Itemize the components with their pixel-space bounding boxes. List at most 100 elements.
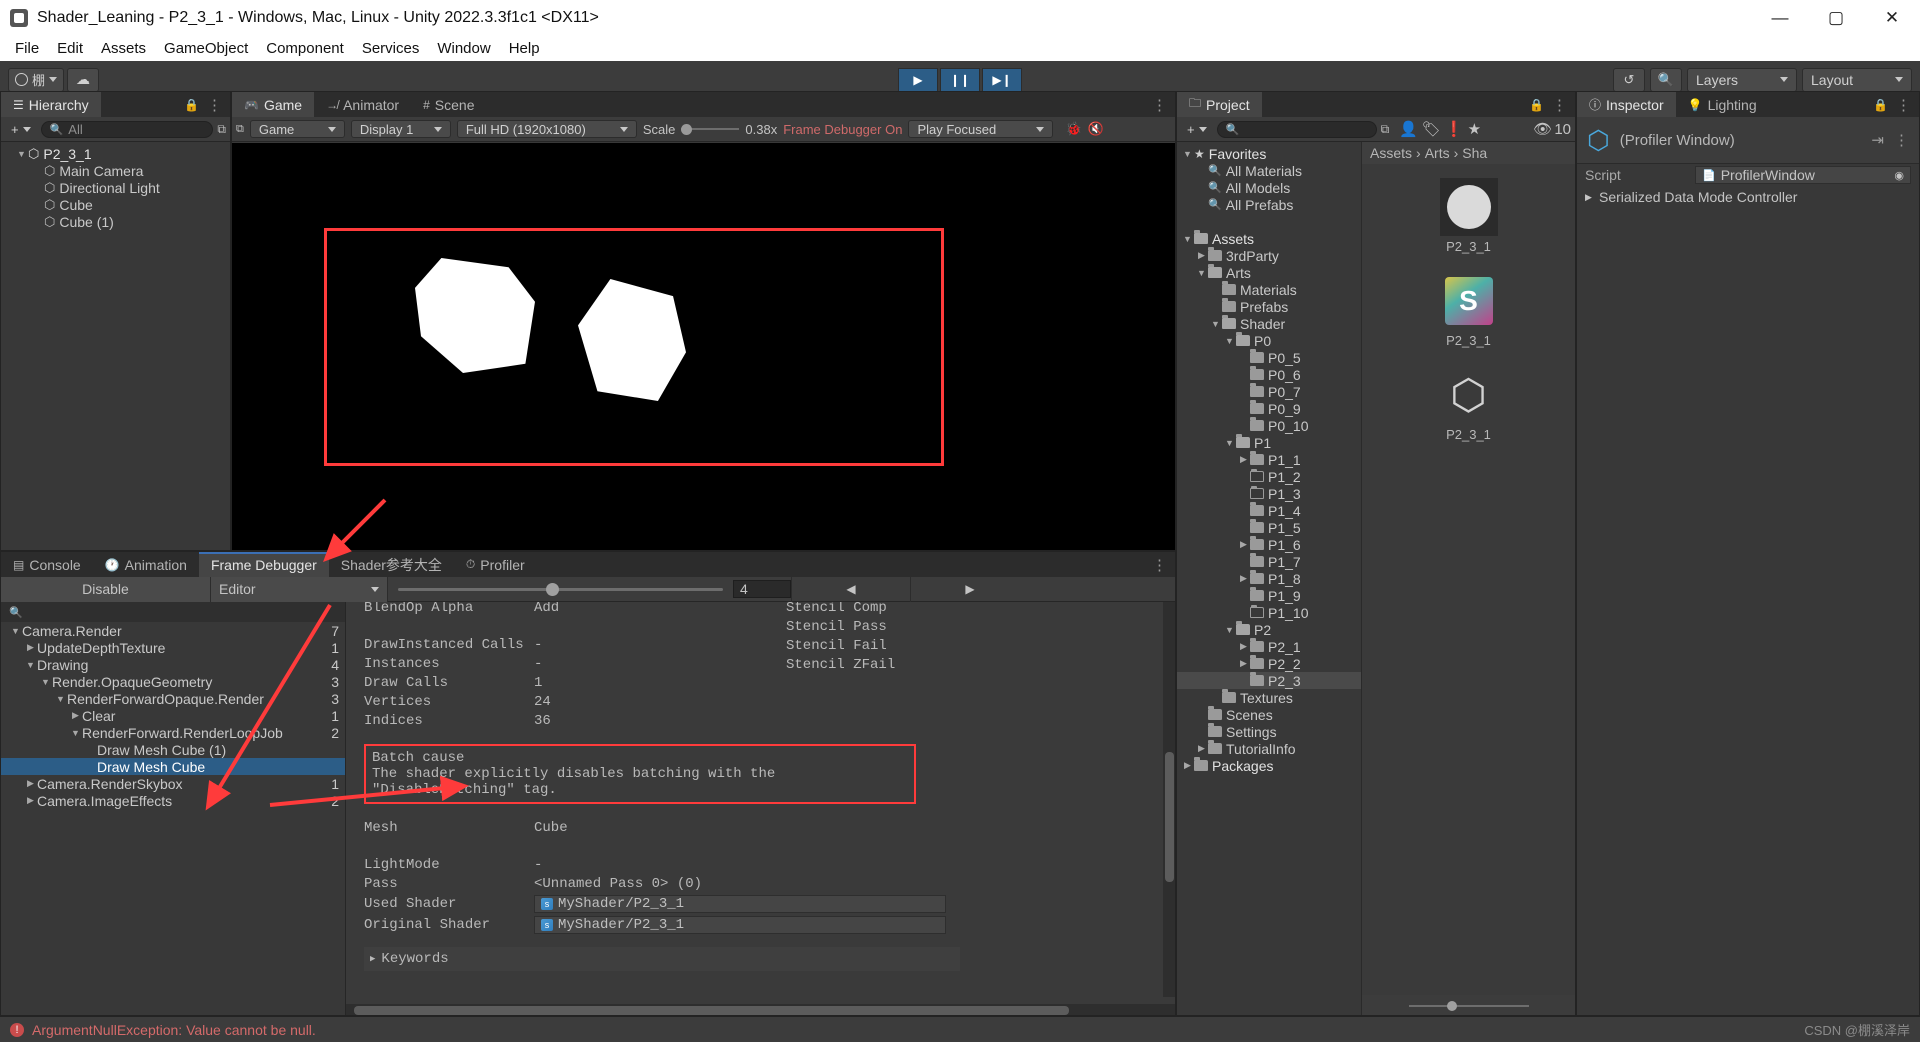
chevron-right-icon[interactable]: ▶ xyxy=(1237,641,1250,652)
project-item-p1-9[interactable]: P1_9 xyxy=(1177,587,1361,604)
menu-component[interactable]: Component xyxy=(257,38,353,59)
chevron-down-icon[interactable]: ▼ xyxy=(15,149,28,159)
project-item-textures[interactable]: Textures xyxy=(1177,689,1361,706)
target-dropdown[interactable]: Editor xyxy=(211,576,388,602)
inspector-settings-icon[interactable]: ⇥ xyxy=(1871,131,1884,149)
project-item-p2-3[interactable]: P2_3 xyxy=(1177,672,1361,689)
project-item-p2-2[interactable]: ▶ P2_2 xyxy=(1177,655,1361,672)
project-item-p0-9[interactable]: P0_9 xyxy=(1177,400,1361,417)
tab-scene[interactable]: # Scene xyxy=(411,92,487,117)
hierarchy-item-directional-light[interactable]: ⬡ Directional Light xyxy=(1,179,230,196)
project-item-p0-6[interactable]: P0_6 xyxy=(1177,366,1361,383)
project-filter-icon[interactable]: ⧉ xyxy=(1381,122,1390,137)
hierarchy-item-p2-3-1[interactable]: ▼ ⬡ P2_3_1 xyxy=(1,145,230,162)
menu-edit[interactable]: Edit xyxy=(48,38,92,59)
favorite-filter-icon[interactable]: ★ xyxy=(1468,120,1481,138)
chevron-down-icon[interactable]: ▼ xyxy=(1181,234,1194,244)
chevron-right-icon[interactable]: ▶ xyxy=(1195,743,1208,754)
global-search-button[interactable]: 🔍 xyxy=(1650,67,1682,92)
hierarchy-item-cube[interactable]: ⬡ Cube xyxy=(1,196,230,213)
chevron-down-icon[interactable]: ▼ xyxy=(1181,149,1194,159)
tab-lighting[interactable]: 💡 Lighting xyxy=(1675,92,1769,117)
project-item-tutorialinfo[interactable]: ▶ TutorialInfo xyxy=(1177,740,1361,757)
project-item-packages[interactable]: ▶ Packages xyxy=(1177,757,1361,774)
tab-game[interactable]: 🎮 Game xyxy=(232,92,315,117)
project-item-p1-1[interactable]: ▶ P1_1 xyxy=(1177,451,1361,468)
project-item-favorites[interactable]: ▼ ★ Favorites xyxy=(1177,145,1361,162)
fd-event-row[interactable]: ▼ RenderForwardOpaque.Render 3 xyxy=(1,690,345,707)
fd-event-row[interactable]: ▶ Camera.RenderSkybox 1 xyxy=(1,775,345,792)
asset-zoom-handle[interactable] xyxy=(1446,1001,1457,1011)
fd-event-row[interactable]: ▼ Render.OpaqueGeometry 3 xyxy=(1,673,345,690)
menu-help[interactable]: Help xyxy=(500,38,549,59)
step-button[interactable]: ▶❙ xyxy=(982,67,1022,92)
project-item-all-models[interactable]: 🔍 All Models xyxy=(1177,179,1361,196)
original-shader-field[interactable]: s MyShader/P2_3_1 xyxy=(534,915,946,934)
avatar-filter-icon[interactable]: 👤 xyxy=(1399,120,1418,138)
breadcrumb-assets[interactable]: Assets xyxy=(1370,145,1412,161)
prev-frame-button[interactable]: ◀ xyxy=(791,576,910,602)
minimize-button[interactable]: — xyxy=(1752,0,1808,36)
project-item-p1-8[interactable]: ▶ P1_8 xyxy=(1177,570,1361,587)
detail-vscroll-thumb[interactable] xyxy=(1165,752,1174,882)
close-button[interactable]: ✕ xyxy=(1864,0,1920,36)
inspector-serialized-row[interactable]: ▶ Serialized Data Mode Controller xyxy=(1577,186,1919,208)
chevron-down-icon[interactable]: ▼ xyxy=(1223,625,1236,635)
project-item-p1-3[interactable]: P1_3 xyxy=(1177,485,1361,502)
hierarchy-item-cube-1[interactable]: ⬡ Cube (1) xyxy=(1,213,230,230)
project-item-p1[interactable]: ▼ P1 xyxy=(1177,434,1361,451)
next-frame-button[interactable]: ▶ xyxy=(910,576,1029,602)
lock-icon[interactable]: 🔒 xyxy=(1529,98,1544,112)
project-item-p1-5[interactable]: P1_5 xyxy=(1177,519,1361,536)
hierarchy-add-button[interactable]: + xyxy=(5,121,37,138)
asset-item[interactable]: S P2_3_1 xyxy=(1362,272,1575,348)
tab-project[interactable]: 🗀 Project xyxy=(1177,92,1262,117)
keywords-foldout[interactable]: ▶ Keywords xyxy=(364,947,960,971)
chevron-right-icon[interactable]: ▶ xyxy=(1195,250,1208,261)
project-item-p1-10[interactable]: P1_10 xyxy=(1177,604,1361,621)
tab-profiler[interactable]: ⏱ Profiler xyxy=(453,552,537,577)
breadcrumb-arts[interactable]: Arts xyxy=(1425,145,1450,161)
project-item-p1-4[interactable]: P1_4 xyxy=(1177,502,1361,519)
chevron-down-icon[interactable]: ▼ xyxy=(1223,438,1236,448)
chevron-down-icon[interactable]: ▼ xyxy=(1195,268,1208,278)
project-item-prefabs[interactable]: Prefabs xyxy=(1177,298,1361,315)
chevron-right-icon[interactable]: ▶ xyxy=(24,642,37,653)
project-item-p0-10[interactable]: P0_10 xyxy=(1177,417,1361,434)
maximize-on-play-icon[interactable]: ⧉ xyxy=(236,123,244,136)
project-item-settings[interactable]: Settings xyxy=(1177,723,1361,740)
lock-icon[interactable]: 🔒 xyxy=(184,98,199,112)
project-item-all-materials[interactable]: 🔍 All Materials xyxy=(1177,162,1361,179)
scale-slider-handle[interactable] xyxy=(681,123,693,135)
project-item-3rdparty[interactable]: ▶ 3rdParty xyxy=(1177,247,1361,264)
hierarchy-item-main-camera[interactable]: ⬡ Main Camera xyxy=(1,162,230,179)
mute-audio-icon[interactable]: 🔇 xyxy=(1088,121,1104,137)
fd-event-row[interactable]: Draw Mesh Cube (1) xyxy=(1,741,345,758)
tab-frame-debugger[interactable]: Frame Debugger xyxy=(198,552,329,577)
object-picker-icon[interactable]: ◉ xyxy=(1894,169,1904,182)
project-item-assets[interactable]: ▼ Assets xyxy=(1177,230,1361,247)
asset-zoom-slider[interactable] xyxy=(1362,995,1575,1015)
chevron-down-icon[interactable]: ▼ xyxy=(24,660,37,670)
game-render-area[interactable] xyxy=(232,143,1175,550)
chevron-down-icon[interactable]: ▼ xyxy=(1223,336,1236,346)
menu-window[interactable]: Window xyxy=(428,38,499,59)
bug-icon[interactable]: 🐞 xyxy=(1065,121,1081,137)
frame-slider-handle[interactable] xyxy=(546,582,559,596)
project-item-p0-5[interactable]: P0_5 xyxy=(1177,349,1361,366)
panel-menu-icon[interactable]: ⋮ xyxy=(1896,96,1911,114)
tab-shader[interactable]: Shader参考大全 xyxy=(328,552,454,577)
project-item-materials[interactable]: Materials xyxy=(1177,281,1361,298)
project-item-p1-2[interactable]: P1_2 xyxy=(1177,468,1361,485)
fd-event-row[interactable]: ▼ Camera.Render 7 xyxy=(1,622,345,639)
frame-slider[interactable] xyxy=(388,577,733,602)
layers-dropdown[interactable]: Layers xyxy=(1687,67,1797,92)
fd-event-row[interactable]: ▶ Clear 1 xyxy=(1,707,345,724)
chevron-right-icon[interactable]: ▶ xyxy=(24,795,37,806)
project-search-input[interactable]: 🔍 xyxy=(1216,120,1377,138)
project-item-p1-7[interactable]: P1_7 xyxy=(1177,553,1361,570)
tab-inspector[interactable]: ⓘ Inspector xyxy=(1577,92,1676,117)
project-item-p1-6[interactable]: ▶ P1_6 xyxy=(1177,536,1361,553)
tab-animation[interactable]: 🕐 Animation xyxy=(92,552,199,577)
fd-search-input[interactable]: 🔍 xyxy=(1,602,345,622)
